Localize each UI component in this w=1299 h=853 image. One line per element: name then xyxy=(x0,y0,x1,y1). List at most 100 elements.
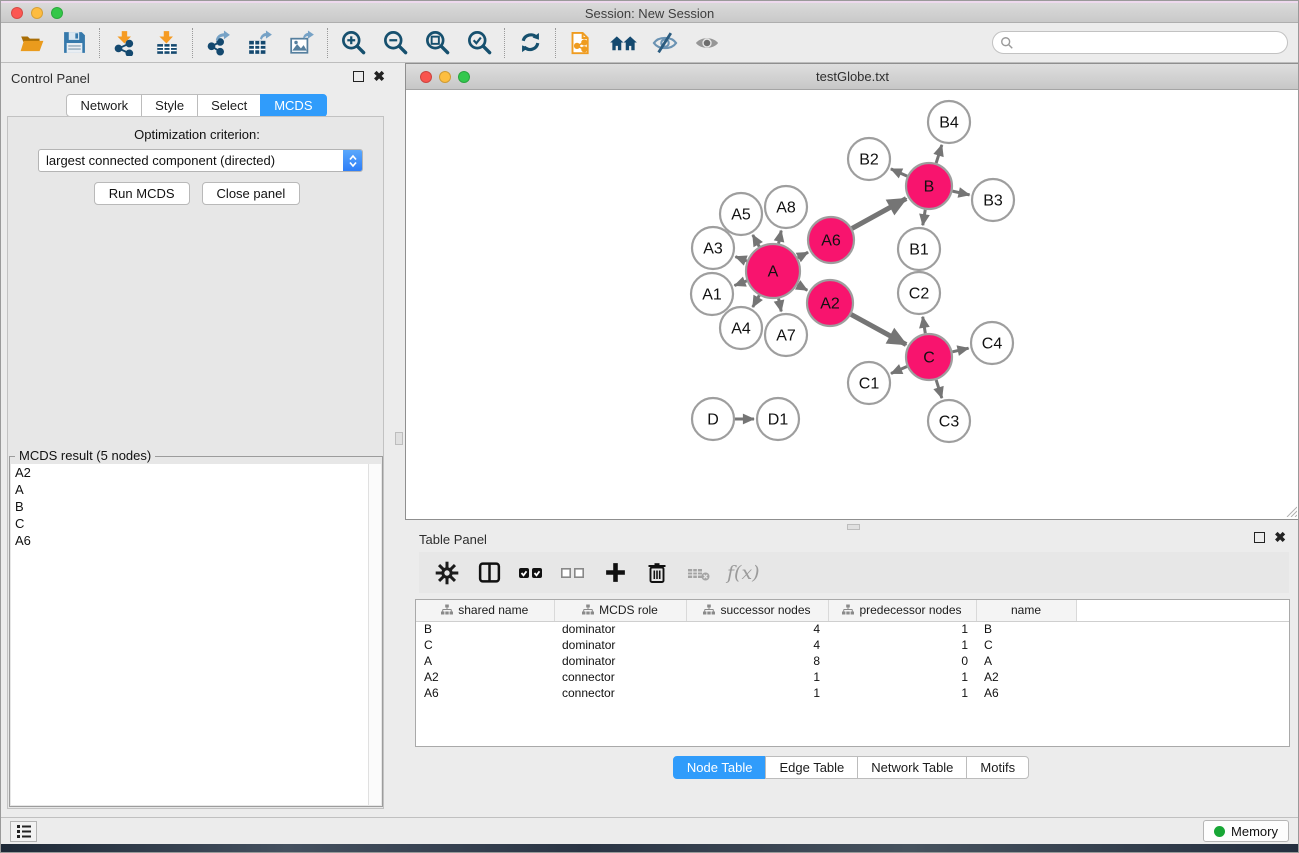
table-cell[interactable]: A6 xyxy=(416,685,554,701)
table-cell[interactable]: 1 xyxy=(828,669,976,685)
table-cell[interactable]: connector xyxy=(554,669,686,685)
table-cell[interactable]: 1 xyxy=(686,685,828,701)
edge-C-C4[interactable] xyxy=(952,348,968,352)
delete-column-icon[interactable] xyxy=(643,559,671,587)
graph-node-A1[interactable]: A1 xyxy=(691,273,733,315)
graph-node-A5[interactable]: A5 xyxy=(720,193,762,235)
graph-node-A4[interactable]: A4 xyxy=(720,307,762,349)
mcds-result-list[interactable]: A2ABCA6 xyxy=(11,464,381,805)
table-cell[interactable]: 8 xyxy=(686,653,828,669)
network-window-titlebar[interactable]: testGlobe.txt xyxy=(406,64,1299,90)
table-cell[interactable]: dominator xyxy=(554,621,686,637)
edge-A6-B[interactable] xyxy=(852,199,906,229)
import-table-icon[interactable] xyxy=(150,27,184,59)
edge-A-A4[interactable] xyxy=(753,295,760,307)
table-cell[interactable]: B xyxy=(416,621,554,637)
new-network-file-icon[interactable] xyxy=(564,27,598,59)
tab-mcds[interactable]: MCDS xyxy=(260,94,326,117)
edge-A-A3[interactable] xyxy=(735,257,746,261)
edge-C-C3[interactable] xyxy=(936,380,942,398)
delete-table-icon[interactable] xyxy=(685,559,713,587)
close-panel-button[interactable]: Close panel xyxy=(202,182,301,205)
table-cell[interactable]: C xyxy=(976,637,1076,653)
graph-node-C[interactable]: C xyxy=(906,334,952,380)
mcds-result-item[interactable]: A xyxy=(11,481,381,498)
hide-selected-icon[interactable] xyxy=(648,27,682,59)
edge-A-A6[interactable] xyxy=(798,252,808,258)
edge-B-B1[interactable] xyxy=(923,210,925,226)
resize-grip-icon[interactable] xyxy=(1284,504,1297,517)
graph-node-B4[interactable]: B4 xyxy=(928,101,970,143)
edge-B-B4[interactable] xyxy=(936,145,942,163)
graph-node-A2[interactable]: A2 xyxy=(807,280,853,326)
table-cell[interactable]: A2 xyxy=(976,669,1076,685)
graph-node-C1[interactable]: C1 xyxy=(848,362,890,404)
float-table-panel-icon[interactable] xyxy=(1254,532,1265,543)
table-cell[interactable]: A xyxy=(416,653,554,669)
graph-node-C4[interactable]: C4 xyxy=(971,322,1013,364)
mcds-result-item[interactable]: C xyxy=(11,515,381,532)
column-header-shared-name[interactable]: shared name xyxy=(416,600,554,621)
settings-gear-icon[interactable] xyxy=(433,559,461,587)
import-network-icon[interactable] xyxy=(108,27,142,59)
float-panel-icon[interactable] xyxy=(353,71,364,82)
table-cell[interactable]: dominator xyxy=(554,653,686,669)
column-header-name[interactable]: name xyxy=(976,600,1076,621)
vertical-split-divider[interactable] xyxy=(393,64,405,817)
open-file-icon[interactable] xyxy=(15,27,49,59)
graph-node-A[interactable]: A xyxy=(746,244,800,298)
table-cell[interactable]: 1 xyxy=(828,685,976,701)
table-cell[interactable]: 1 xyxy=(686,669,828,685)
table-row[interactable]: A2connector11A2 xyxy=(416,669,1289,685)
export-image-icon[interactable] xyxy=(285,27,319,59)
graph-node-B2[interactable]: B2 xyxy=(848,138,890,180)
graph-node-A7[interactable]: A7 xyxy=(765,314,807,356)
zoom-out-icon[interactable] xyxy=(378,27,412,59)
function-builder-icon[interactable]: f(x) xyxy=(727,562,760,584)
network-canvas[interactable]: AA1A2A3A4A5A6A7A8BB1B2B3B4CC1C2C3C4DD1 xyxy=(406,90,1299,519)
tab-network-table[interactable]: Network Table xyxy=(857,756,967,779)
table-cell[interactable]: dominator xyxy=(554,637,686,653)
deselect-all-icon[interactable] xyxy=(559,559,587,587)
edge-C-C2[interactable] xyxy=(923,317,926,334)
edge-B-B2[interactable] xyxy=(891,169,907,176)
tab-network[interactable]: Network xyxy=(66,94,142,117)
edge-A-A2[interactable] xyxy=(797,285,807,291)
tab-motifs[interactable]: Motifs xyxy=(966,756,1029,779)
tab-edge-table[interactable]: Edge Table xyxy=(765,756,858,779)
graph-node-D1[interactable]: D1 xyxy=(757,398,799,440)
graph-node-A8[interactable]: A8 xyxy=(765,186,807,228)
edge-A2-C[interactable] xyxy=(851,314,906,344)
search-field[interactable] xyxy=(992,31,1288,54)
table-row[interactable]: Bdominator41B xyxy=(416,621,1289,637)
column-header-predecessor-nodes[interactable]: predecessor nodes xyxy=(828,600,976,621)
tab-style[interactable]: Style xyxy=(141,94,198,117)
edge-C-C1[interactable] xyxy=(891,367,907,374)
edge-A-A1[interactable] xyxy=(734,281,746,286)
table-row[interactable]: Adominator80A xyxy=(416,653,1289,669)
column-header-MCDS-role[interactable]: MCDS role xyxy=(554,600,686,621)
list-scrollbar[interactable] xyxy=(368,464,381,805)
export-network-icon[interactable] xyxy=(201,27,235,59)
graph-node-A3[interactable]: A3 xyxy=(692,227,734,269)
table-cell[interactable]: 1 xyxy=(828,621,976,637)
show-all-icon[interactable] xyxy=(690,27,724,59)
zoom-in-icon[interactable] xyxy=(336,27,370,59)
edge-A-A8[interactable] xyxy=(779,231,782,244)
split-collapse-handle[interactable] xyxy=(395,432,403,445)
close-panel-icon[interactable]: ✖ xyxy=(373,71,385,82)
table-cell[interactable]: 4 xyxy=(686,621,828,637)
tab-node-table[interactable]: Node Table xyxy=(673,756,767,779)
task-history-button[interactable] xyxy=(10,821,37,842)
select-all-icon[interactable] xyxy=(517,559,545,587)
table-cell[interactable]: 4 xyxy=(686,637,828,653)
export-table-icon[interactable] xyxy=(243,27,277,59)
criterion-dropdown[interactable]: largest connected component (directed) xyxy=(38,149,363,172)
mcds-result-item[interactable]: A2 xyxy=(11,464,381,481)
table-row[interactable]: A6connector11A6 xyxy=(416,685,1289,701)
table-cell[interactable]: connector xyxy=(554,685,686,701)
run-mcds-button[interactable]: Run MCDS xyxy=(94,182,190,205)
edge-B-B3[interactable] xyxy=(952,191,969,195)
column-header-successor-nodes[interactable]: successor nodes xyxy=(686,600,828,621)
memory-button[interactable]: Memory xyxy=(1203,820,1289,842)
